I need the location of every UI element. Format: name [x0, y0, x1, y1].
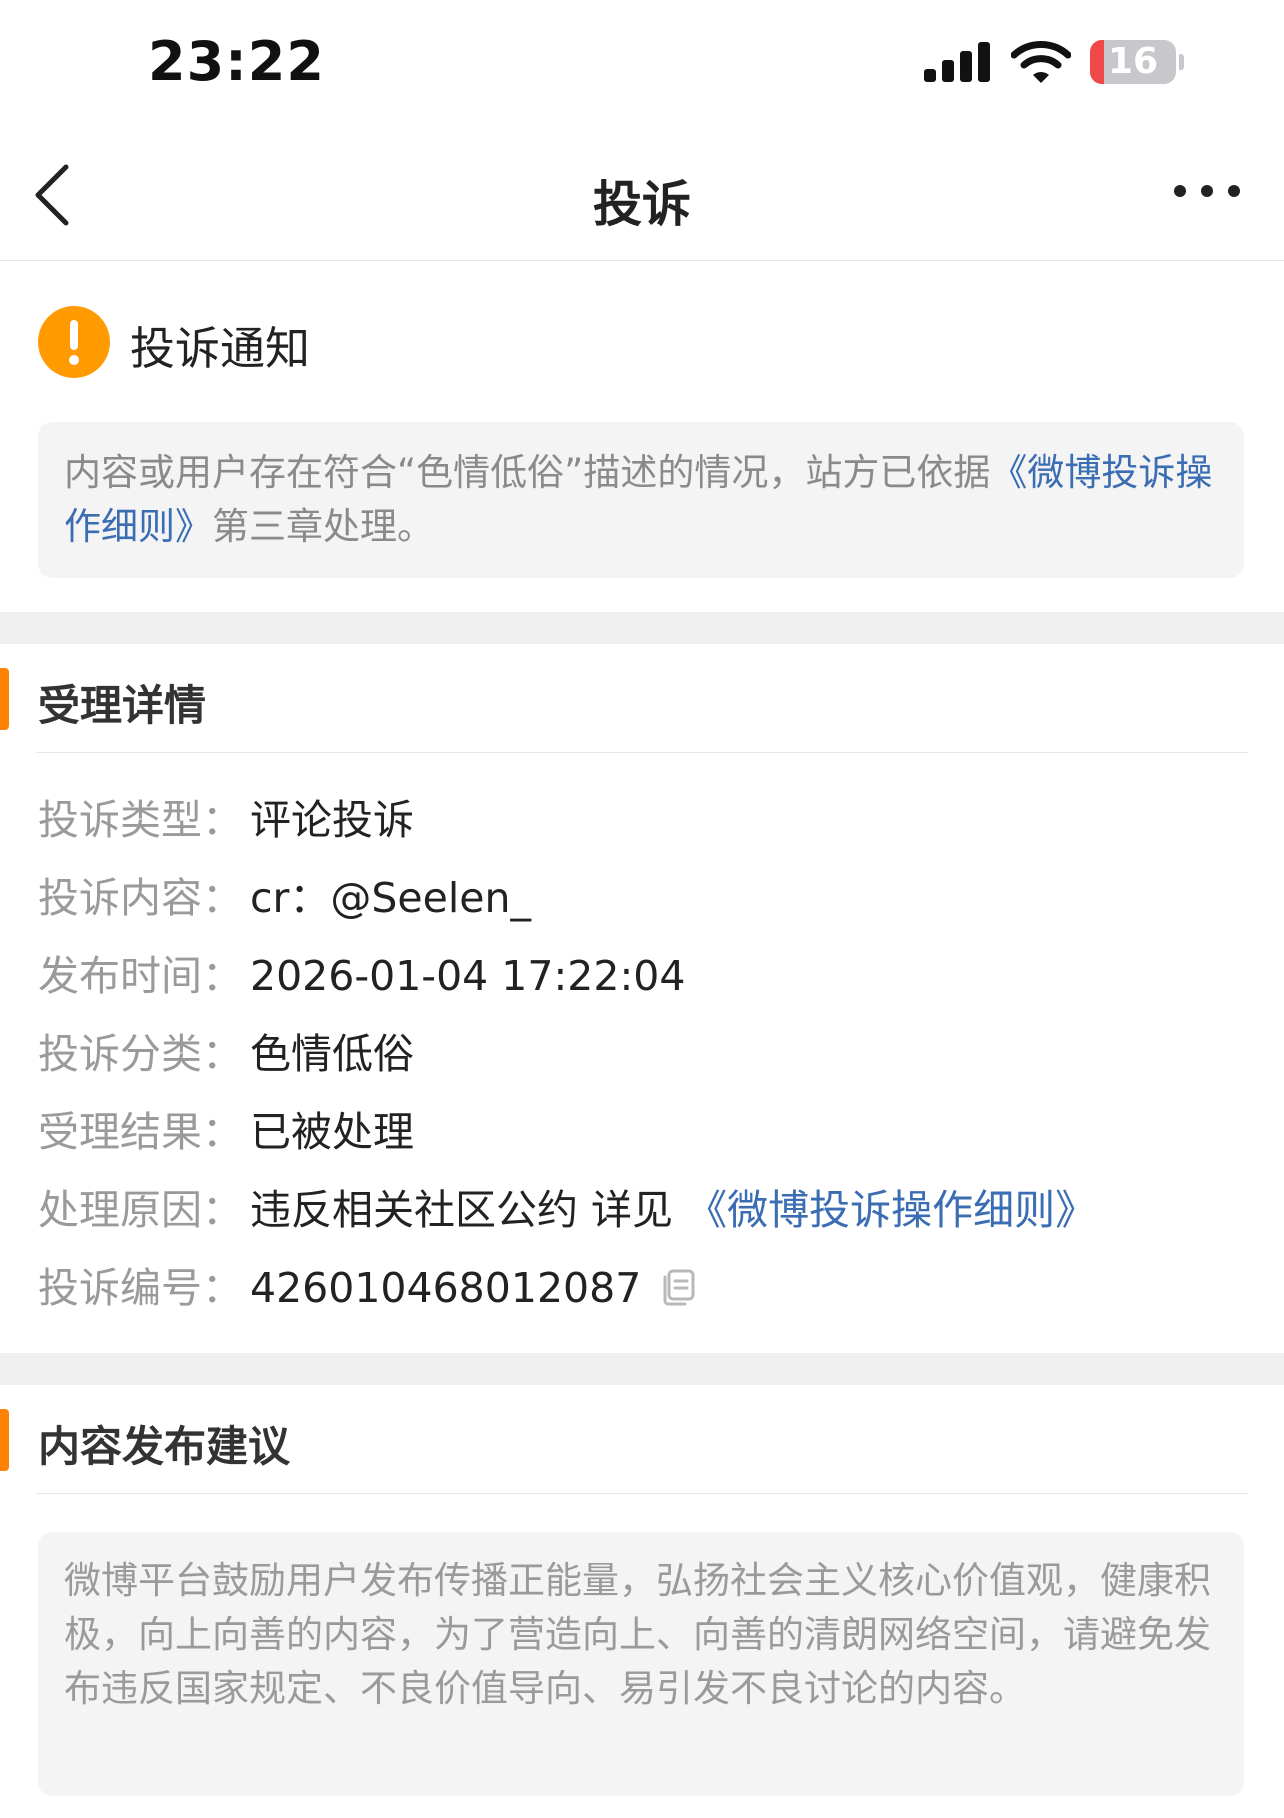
section-separator	[0, 612, 1284, 644]
detail-row-time: 发布时间： 2026-01-04 17:22:04	[38, 946, 1248, 1024]
detail-row-category: 投诉分类： 色情低俗	[38, 1024, 1248, 1102]
more-dots-icon[interactable]	[1172, 179, 1242, 203]
detail-value: 色情低俗	[250, 1030, 414, 1078]
detail-row-number: 投诉编号： 426010468012087	[38, 1258, 1248, 1336]
notice-text: 内容或用户存在符合“色情低俗”描述的情况，站方已依据	[64, 451, 991, 494]
copy-icon[interactable]	[657, 1267, 697, 1307]
detail-row-type: 投诉类型： 评论投诉	[38, 790, 1248, 868]
notice-title: 投诉通知	[130, 322, 311, 375]
notice-message: 内容或用户存在符合“色情低俗”描述的情况，站方已依据《微博投诉操作细则》第三章处…	[38, 422, 1244, 578]
detail-label: 投诉类型：	[38, 796, 243, 844]
detail-row-result: 受理结果： 已被处理	[38, 1102, 1248, 1180]
section-separator	[0, 1353, 1284, 1385]
detail-row-content: 投诉内容： cr：@Seelen_	[38, 868, 1248, 946]
section-title: 内容发布建议	[38, 1422, 291, 1471]
detail-value: 违反相关社区公约 详见	[250, 1186, 674, 1234]
nav-bar: 投诉	[0, 125, 1284, 261]
detail-row-reason: 处理原因： 违反相关社区公约 详见 《微博投诉操作细则》	[38, 1180, 1248, 1258]
battery-icon: 16	[1090, 40, 1184, 84]
detail-label: 发布时间：	[38, 952, 243, 1000]
detail-label: 投诉分类：	[38, 1030, 243, 1078]
detail-label: 受理结果：	[38, 1108, 243, 1156]
advice-text: 微博平台鼓励用户发布传播正能量，弘扬社会主义核心价值观，健康积极，向上向善的内容…	[38, 1532, 1244, 1796]
detail-value: 评论投诉	[250, 796, 414, 844]
section-title: 受理详情	[38, 681, 207, 730]
battery-level: 16	[1107, 41, 1159, 82]
divider	[36, 752, 1248, 753]
advice-section-header: 内容发布建议	[0, 1385, 1284, 1495]
wifi-icon	[1011, 41, 1071, 83]
signal-icon	[924, 42, 990, 82]
details-section-header: 受理详情	[0, 644, 1284, 754]
detail-label: 投诉编号：	[38, 1264, 243, 1312]
detail-value: 2026-01-04 17:22:04	[250, 952, 686, 1000]
detail-label: 处理原因：	[38, 1186, 243, 1234]
page-title: 投诉	[592, 176, 691, 233]
detail-label: 投诉内容：	[38, 874, 243, 922]
status-bar: 23:22 16	[0, 0, 1284, 125]
rules-link[interactable]: 《微博投诉操作细则》	[686, 1186, 1096, 1234]
complaint-number: 426010468012087	[250, 1264, 642, 1312]
notice-text-end: 第三章处理。	[212, 505, 434, 548]
detail-value: 已被处理	[250, 1108, 414, 1156]
status-time: 23:22	[148, 30, 325, 93]
details-list: 投诉类型： 评论投诉 投诉内容： cr：@Seelen_ 发布时间： 2026-01-…	[38, 790, 1248, 1336]
section-accent-bar	[0, 668, 9, 730]
detail-value: cr：@Seelen_	[250, 874, 531, 922]
divider	[36, 1493, 1248, 1494]
section-accent-bar	[0, 1409, 9, 1471]
warning-icon	[38, 306, 110, 378]
